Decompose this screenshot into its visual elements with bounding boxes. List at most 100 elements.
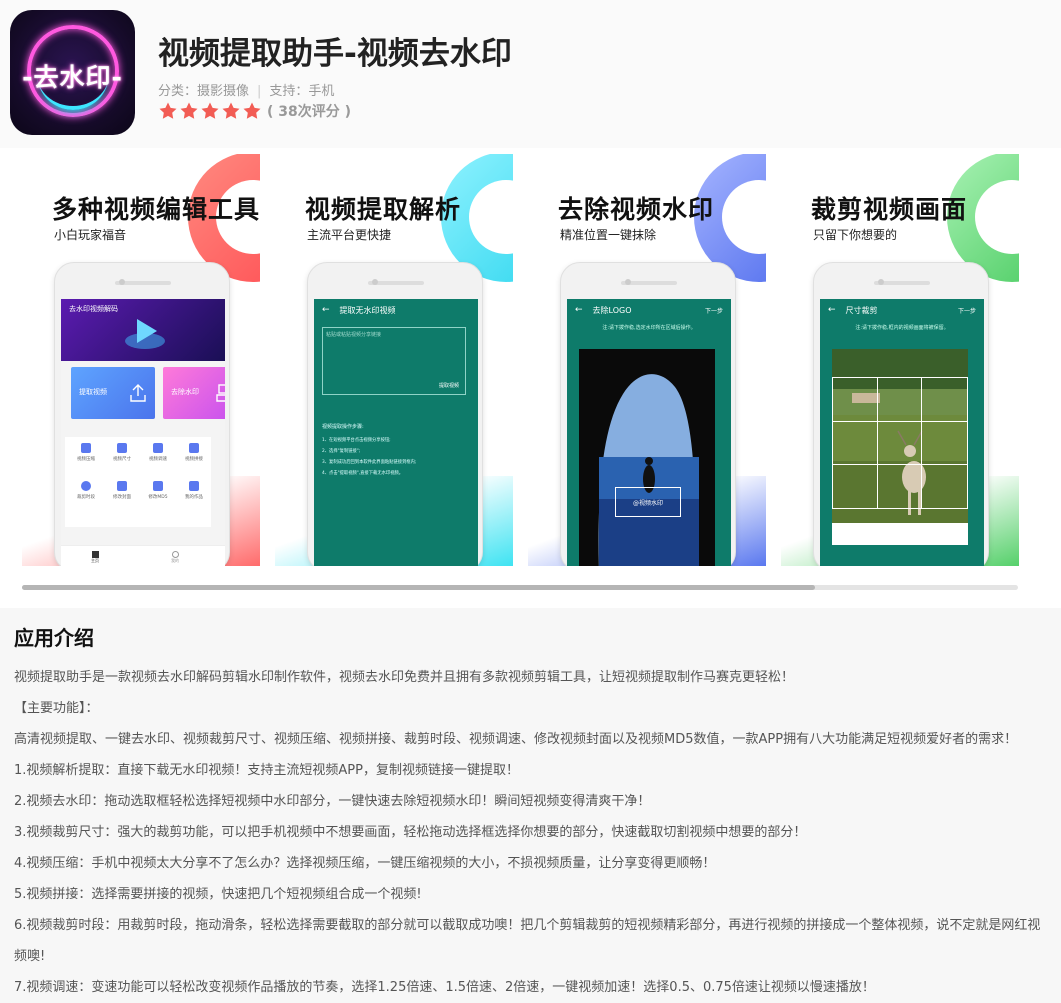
screen-title: 去水印视频解码 — [69, 305, 118, 313]
feature-cards: 提取视频 去除水印 — [63, 363, 225, 425]
tool-grid: 视频压缩 视频尺寸 视频调速 视频拼接 裁剪时段 修改封面 修改MD5 我的作品 — [65, 437, 211, 527]
link-input[interactable]: 粘贴或粘贴视频分享链接 提取视频 — [322, 327, 466, 395]
link-input-placeholder: 粘贴或粘贴视频分享链接 — [326, 332, 382, 338]
video-preview — [832, 349, 968, 545]
extract-video-button[interactable]: 提取视频 — [71, 367, 155, 419]
screen-topbar: ← 去除LOGO 下一步 — [567, 299, 731, 321]
app-icon: -去水印- — [10, 10, 135, 135]
extract-button[interactable]: 提取视频 — [439, 382, 459, 389]
crop-frame[interactable] — [832, 377, 968, 509]
intro-paragraph: 视频提取助手是一款视频去水印解码剪辑水印制作软件，视频去水印免费并且拥有多款视频… — [14, 670, 795, 685]
compress-icon — [81, 443, 91, 453]
intro-paragraph: 1.视频解析提取：直接下载无水印视频！支持主流短视频APP，复制视频链接一键提取… — [14, 763, 519, 778]
back-arrow-icon[interactable]: ← — [575, 305, 583, 315]
watermark-text: @视频水印 — [632, 499, 663, 507]
phone-screen: ← 去除LOGO 下一步 注:请下拨作稳,选定水印所在区域后操作。 @视频水印 — [567, 299, 731, 566]
steps-list: 1、在短视频平台点击视频分享按钮; 2、选择"复制链接"; 3、复制成功后回到本… — [322, 435, 472, 479]
gallery-scrollbar-thumb[interactable] — [22, 585, 815, 590]
next-button[interactable]: 下一步 — [705, 306, 723, 315]
screenshot-subtitle: 小白玩家福音 — [54, 228, 127, 242]
video-preview: @视频水印 — [579, 349, 715, 566]
intro-body: 视频提取助手是一款视频去水印解码剪辑水印制作软件，视频去水印免费并且拥有多款视频… — [14, 662, 1050, 1003]
intro-paragraph: 4.视频压缩：手机中视频太大分享不了怎么办？选择视频压缩，一键压缩视频的大小，不… — [14, 856, 716, 871]
screen-topbar: ← 尺寸裁剪 下一步 — [820, 299, 984, 321]
star-icon — [201, 102, 219, 119]
intro-paragraph: 【主要功能】： — [14, 701, 99, 716]
speed-icon — [153, 443, 163, 453]
crop-gridline — [833, 420, 967, 422]
bottom-tabbar: 主页 我的 — [61, 545, 225, 566]
watermark-selection-box[interactable]: @视频水印 — [615, 487, 681, 517]
screenshot-gallery[interactable]: 多种视频编辑工具 小白玩家福音 去水印视频解码 提取视频 去除水印 视频压缩 视… — [0, 148, 1061, 608]
home-icon — [91, 551, 99, 558]
steps-title: 视频提取操作步骤: — [322, 424, 364, 430]
screenshot-2[interactable]: 视频提取解析 主流平台更快捷 ← 提取无水印视频 粘贴或粘贴视频分享链接 提取视频… — [275, 154, 513, 566]
cover-icon — [117, 481, 127, 491]
next-button[interactable]: 下一步 — [958, 306, 976, 315]
phone-screen: 去水印视频解码 提取视频 去除水印 视频压缩 视频尺寸 视频调速 视频拼接 裁剪… — [61, 299, 225, 566]
cave-photo — [579, 349, 715, 566]
intro-paragraph: 高清视频提取、一键去水印、视频裁剪尺寸、视频压缩、视频拼接、裁剪时段、视频调速、… — [14, 732, 1018, 747]
tool-label: 视频调速 — [149, 457, 167, 462]
intro-paragraph: 5.视频拼接：选择需要拼接的视频，快速把几个短视频组合成一个视频! — [14, 887, 422, 902]
star-icon — [159, 102, 177, 119]
star-icon — [243, 102, 261, 119]
screen-hint: 注:请下拨作稳,框内的视频画面将被保留。 — [855, 325, 949, 331]
star-works-icon — [189, 481, 199, 491]
back-arrow-icon[interactable]: ← — [828, 305, 836, 315]
pen-icon — [153, 481, 163, 491]
support-label: 支持：手机 — [269, 84, 335, 99]
tab-home[interactable]: 主页 — [91, 551, 99, 564]
screenshot-subtitle: 精准位置一键抹除 — [560, 228, 657, 242]
screen-banner: 去水印视频解码 — [61, 299, 225, 361]
intro-paragraph: 3.视频裁剪尺寸：强大的裁剪功能，可以把手机视频中不想要画面，轻松拖动选择框选择… — [14, 825, 807, 840]
phone-screen: ← 提取无水印视频 粘贴或粘贴视频分享链接 提取视频 视频提取操作步骤: 1、在短… — [314, 299, 478, 566]
category-label: 分类：摄影摄像 — [158, 84, 250, 99]
step-item: 4、点击"提取视频",直接下载无水印视频。 — [322, 471, 404, 476]
screen-title: 提取无水印视频 — [339, 305, 396, 315]
phone-mockup: ← 去除LOGO 下一步 注:请下拨作稳,选定水印所在区域后操作。 @视频水印 — [560, 262, 736, 566]
star-icon — [180, 102, 198, 119]
tab-label: 我的 — [171, 558, 179, 563]
screenshot-1[interactable]: 多种视频编辑工具 小白玩家福音 去水印视频解码 提取视频 去除水印 视频压缩 视… — [22, 154, 260, 566]
step-item: 3、复制成功后回到本软件此界面粘贴链接到框内; — [322, 460, 417, 465]
tool-item[interactable]: 视频调速 — [141, 443, 175, 462]
remove-watermark-button[interactable]: 去除水印 — [163, 367, 225, 419]
tool-label: 修改MD5 — [148, 495, 168, 500]
tool-label: 视频尺寸 — [113, 457, 131, 462]
screenshot-title: 裁剪视频画面 — [811, 195, 968, 224]
screenshot-3[interactable]: 去除视频水印 精准位置一键抹除 ← 去除LOGO 下一步 注:请下拨作稳,选定水印所… — [528, 154, 766, 566]
tool-item[interactable]: 裁剪时段 — [69, 481, 103, 500]
tool-item[interactable]: 修改封面 — [105, 481, 139, 500]
screenshot-title: 去除视频水印 — [558, 195, 715, 224]
tool-item[interactable]: 修改MD5 — [141, 481, 175, 500]
app-header: -去水印- 视频提取助手-视频去水印 分类：摄影摄像 | 支持：手机 ( 38次评分… — [0, 0, 1061, 148]
size-icon — [117, 443, 127, 453]
crop-gridline — [833, 463, 967, 465]
star-icon — [222, 102, 240, 119]
tab-label: 主页 — [91, 558, 99, 563]
intro-paragraph: 6.视频裁剪时段：用裁剪时段，拖动滑条，轻松选择需要截取的部分就可以截取成功噢！… — [14, 918, 1041, 964]
app-meta: 分类：摄影摄像 | 支持：手机 — [158, 80, 334, 99]
tool-item[interactable]: 视频拼接 — [177, 443, 211, 462]
intro-paragraph: 2.视频去水印：拖动选取框轻松选择短视频中水印部分，一键快速去除短视频水印！瞬间… — [14, 794, 651, 809]
tool-item[interactable]: 我的作品 — [177, 481, 211, 500]
tool-item[interactable]: 视频压缩 — [69, 443, 103, 462]
phone-mockup: ← 提取无水印视频 粘贴或粘贴视频分享链接 提取视频 视频提取操作步骤: 1、在短… — [307, 262, 483, 566]
merge-icon — [189, 443, 199, 453]
tool-label: 修改封面 — [113, 495, 131, 500]
tool-item[interactable]: 视频尺寸 — [105, 443, 139, 462]
tool-label: 裁剪时段 — [77, 495, 95, 500]
screenshot-4[interactable]: 裁剪视频画面 只留下你想要的 ← 尺寸裁剪 下一步 注:请下拨作稳,框内的视频画面将… — [781, 154, 1019, 566]
tab-mine[interactable]: 我的 — [171, 551, 179, 564]
phone-camera — [372, 279, 378, 285]
phone-mockup: ← 尺寸裁剪 下一步 注:请下拨作稳,框内的视频画面将被保留。 — [813, 262, 989, 566]
meta-divider: | — [257, 84, 262, 99]
back-arrow-icon[interactable]: ← — [322, 305, 330, 315]
screen-title: 去除LOGO — [592, 305, 632, 315]
screen-hint: 注:请下拨作稳,选定水印所在区域后操作。 — [602, 325, 696, 331]
crop-gridline — [877, 378, 879, 508]
phone-screen: ← 尺寸裁剪 下一步 注:请下拨作稳,框内的视频画面将被保留。 — [820, 299, 984, 566]
intro-heading: 应用介绍 — [14, 626, 94, 650]
rating-count: ( 38次评分 ) — [267, 104, 352, 120]
